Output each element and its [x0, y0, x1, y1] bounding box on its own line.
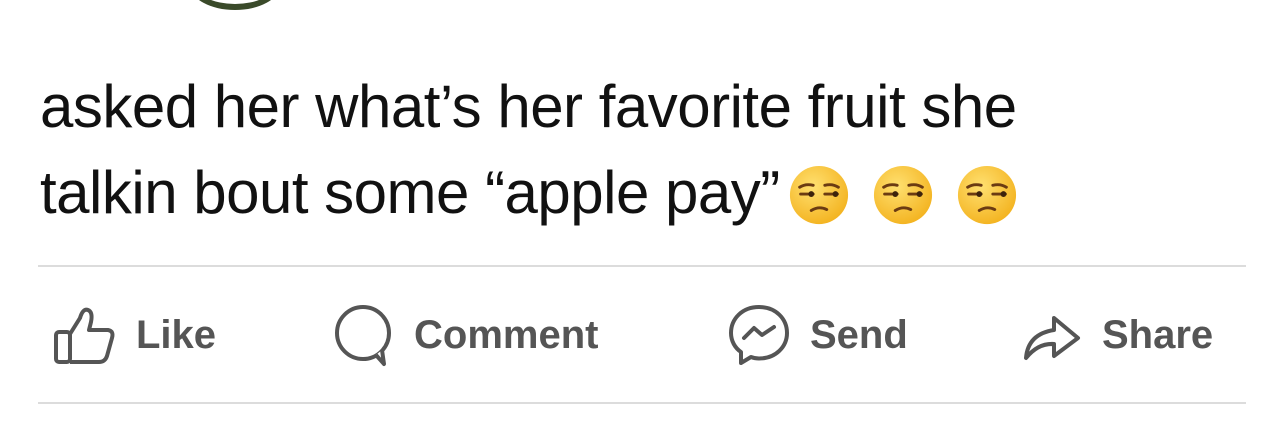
post-text-line-2-container: talkin bout some “apple pay” — [40, 150, 1260, 240]
avatar[interactable] — [190, 0, 280, 10]
unamused-face-emoji-icon — [789, 166, 848, 225]
emoji-group — [788, 148, 1040, 234]
unamused-face-emoji-icon — [957, 166, 1016, 225]
thumbs-up-icon — [54, 307, 115, 364]
share-label: Share — [1102, 312, 1214, 357]
unamused-face-emoji-icon — [873, 166, 932, 225]
send-label: Send — [810, 312, 908, 357]
send-button[interactable]: Send — [724, 296, 908, 374]
messenger-icon — [729, 305, 789, 365]
divider-top — [38, 265, 1246, 267]
share-arrow-icon — [1024, 316, 1080, 360]
post-text-line-2: talkin bout some “apple pay” — [40, 159, 780, 226]
post-action-bar: Like Comment Send Share — [0, 296, 1284, 374]
comment-label: Comment — [414, 312, 599, 357]
share-button[interactable]: Share — [1016, 296, 1213, 374]
post-text-line-1: asked her what’s her favorite fruit she — [40, 73, 1017, 140]
comment-button[interactable]: Comment — [328, 296, 598, 374]
like-label: Like — [136, 312, 217, 357]
post-body: asked her what’s her favorite fruit she … — [40, 64, 1260, 240]
divider-bottom — [38, 402, 1246, 404]
like-button[interactable]: Like — [50, 296, 216, 374]
speech-bubble-icon — [335, 305, 391, 366]
